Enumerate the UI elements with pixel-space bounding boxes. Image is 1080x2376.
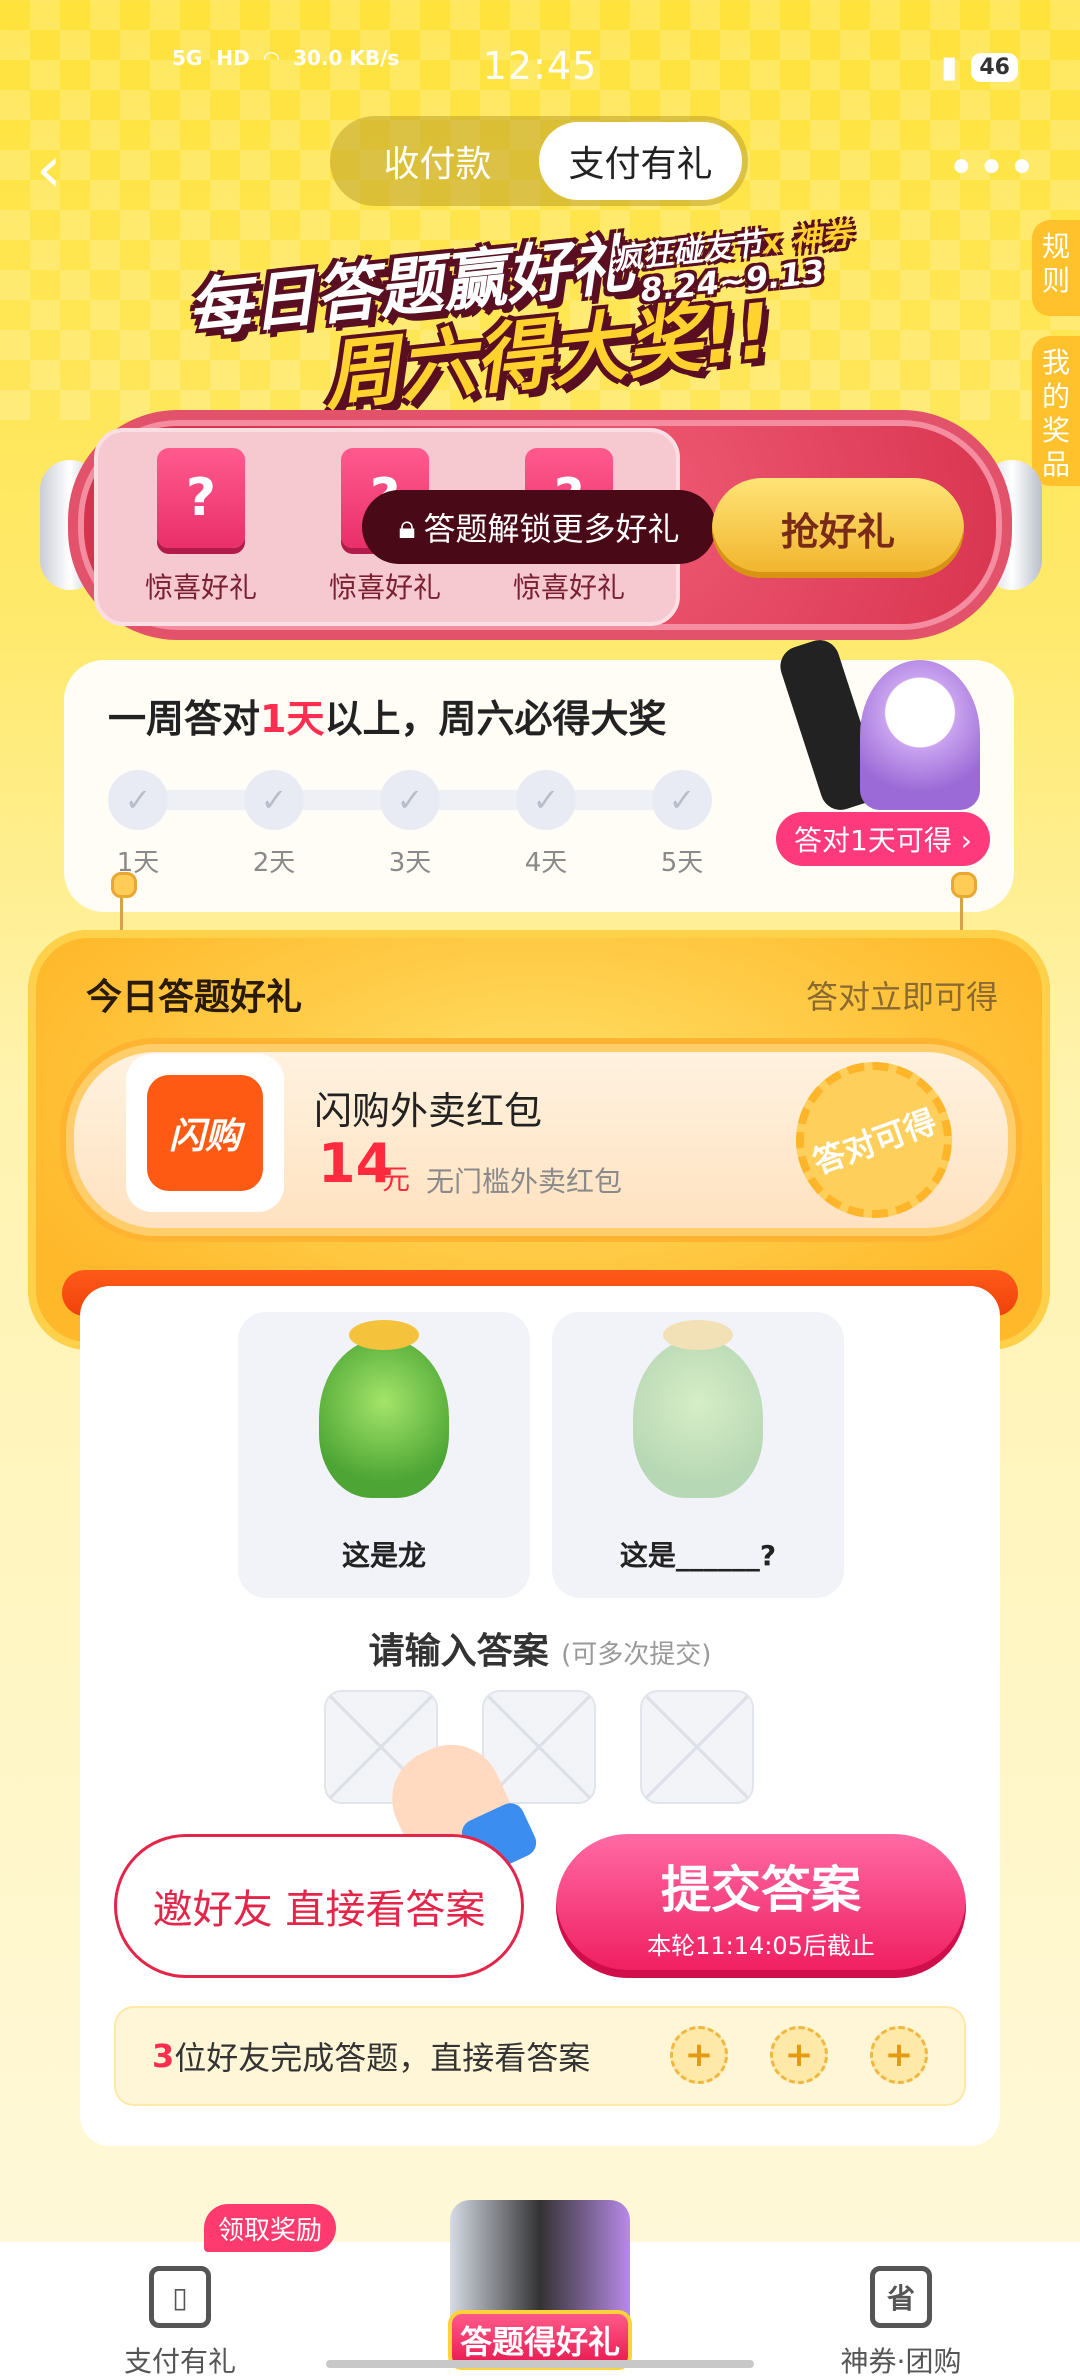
day-label: 2天 <box>252 848 296 878</box>
question-caption: 这是龙 <box>341 1539 426 1572</box>
day-check-icon: ✓ <box>108 770 168 830</box>
add-friend-slot-icon[interactable]: + <box>870 2026 928 2084</box>
day-label: 3天 <box>388 848 432 878</box>
tab-coupon-group[interactable]: 省 神券·团购 <box>826 2254 976 2376</box>
tab-label: 神券·团购 <box>840 2345 962 2376</box>
submit-deadline: 本轮11:14:05后截止 <box>647 1932 875 1960</box>
question-caption: 这是______? <box>619 1539 777 1572</box>
day-label: 1天 <box>116 848 160 878</box>
today-subtitle: 答对立即可得 <box>805 978 998 1016</box>
coupon-name: 闪购外卖红包 <box>314 1089 543 1133</box>
gift-label: 惊喜好礼 <box>328 571 441 604</box>
week-title-highlight: 1天 <box>260 697 325 741</box>
unlock-more-banner: 🔒︎ 答题解锁更多好礼 <box>362 490 716 564</box>
invite-friends-button[interactable]: 邀好友 直接看答案 <box>114 1834 524 1978</box>
header-tabs: 收付款 支付有礼 <box>330 116 748 206</box>
grab-gift-button[interactable]: 抢好礼 <box>712 478 964 578</box>
day-label: 5天 <box>660 848 704 878</box>
rules-tab[interactable]: 规则 <box>1032 220 1080 316</box>
add-friend-slot-icon[interactable]: + <box>670 2026 728 2084</box>
gift-label: 惊喜好礼 <box>512 571 625 604</box>
brand-tile: 闪购 <box>126 1054 284 1212</box>
lock-icon: 🔒︎ <box>398 507 416 546</box>
week-title-pre: 一周答对 <box>108 697 261 741</box>
gift-box-icon: ▯ <box>149 2266 211 2328</box>
today-title: 今日答题好礼 <box>86 977 303 1018</box>
phone-prize-image <box>450 2200 630 2326</box>
friends-text: 位好友完成答题，直接看答案 <box>174 2039 591 2077</box>
coupon-description: 无门槛外卖红包 <box>426 1165 623 1198</box>
battery-level: 46 <box>971 53 1018 82</box>
dragon-image <box>319 1320 449 1498</box>
home-indicator[interactable] <box>326 2360 754 2368</box>
more-icon[interactable]: ••• <box>947 144 1038 192</box>
question-card: 这是______? <box>552 1312 844 1598</box>
friends-progress-bar: 3 位好友完成答题，直接看答案 <box>114 2006 966 2106</box>
answer-char-input[interactable] <box>640 1690 754 1804</box>
day-check-icon: ✓ <box>652 770 712 830</box>
status-right: ▮ 46 <box>941 50 1018 85</box>
submit-answer-title: 提交答案 <box>661 1861 861 1919</box>
gift-item[interactable]: ? 惊喜好礼 <box>136 448 266 606</box>
add-friend-slot-icon[interactable]: + <box>770 2026 828 2084</box>
week-title: 一周答对1天以上，周六必得大奖 <box>108 688 666 743</box>
dragon-backpack-image <box>633 1320 763 1498</box>
tab-pay-gift[interactable]: 支付有礼 <box>539 122 742 200</box>
tab-pay-gift-bottom[interactable]: ▯ 支付有礼 <box>120 2254 240 2376</box>
day-check-icon: ✓ <box>244 770 304 830</box>
friends-count: 3 <box>152 2037 175 2075</box>
unlock-text: 答题解锁更多好礼 <box>423 510 680 548</box>
claim-reward-badge: 领取奖励 <box>204 2204 337 2252</box>
answer-prompt-hint: (可多次提交) <box>561 1640 712 1670</box>
shangou-logo: 闪购 <box>147 1075 263 1191</box>
tab-label: 支付有礼 <box>123 2345 236 2376</box>
kuromi-prize-image <box>860 660 980 810</box>
status-time: 12:45 <box>482 44 598 88</box>
day-check-icon: ✓ <box>380 770 440 830</box>
submit-answer-button[interactable]: 提交答案 本轮11:14:05后截止 <box>556 1834 966 1978</box>
mystery-gift-icon: ? <box>157 448 245 548</box>
back-icon[interactable]: ‹ <box>36 138 86 202</box>
day-label: 4天 <box>524 848 568 878</box>
save-bag-icon: 省 <box>870 2266 932 2328</box>
gift-label: 惊喜好礼 <box>144 571 257 604</box>
vibrate-icon: ▮ <box>940 50 958 85</box>
answer-prompt-text: 请输入答案 <box>368 1631 549 1672</box>
coupon-unit: 元 <box>382 1163 411 1196</box>
tab-pay-receive[interactable]: 收付款 <box>336 122 539 200</box>
question-card: 这是龙 <box>238 1312 530 1598</box>
answer-prompt: 请输入答案 (可多次提交) <box>0 1622 1080 1674</box>
day-check-icon: ✓ <box>516 770 576 830</box>
my-prizes-tab[interactable]: 我的奖品 <box>1032 336 1080 486</box>
week-title-post: 以上，周六必得大奖 <box>324 697 667 741</box>
week-reward-tag[interactable]: 答对1天可得 › <box>776 812 990 866</box>
